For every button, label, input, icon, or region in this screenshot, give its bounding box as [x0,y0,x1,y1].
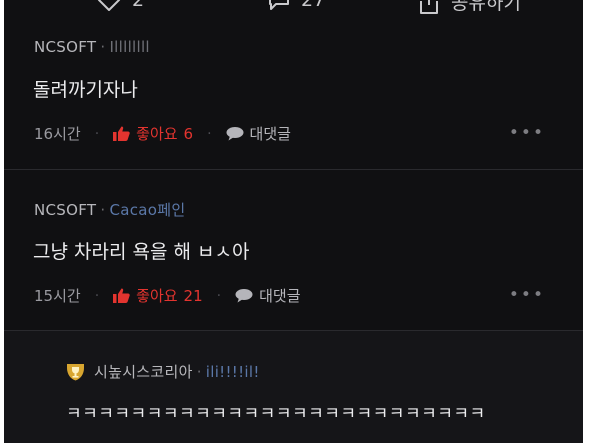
comment-like-button[interactable]: 좋아요 6 [113,123,193,144]
comment-button[interactable]: 27 [267,0,325,12]
user-badge: Illllllll [109,38,150,56]
comment-footer: 15시간 · 좋아요 21 · 대댓글 [34,285,301,306]
like-count: 2 [132,0,145,11]
separator-dot: · [100,201,106,219]
separator-dot: · [207,125,212,142]
post-screen: 2 27 공유하기 NCSOFT · Illllllll 돌려까기자나 16시간 · [4,0,583,443]
comment-author[interactable]: NCSOFT [34,38,96,56]
heart-icon [97,0,121,11]
comment-text: 돌려까기자나 [33,79,138,101]
comment-icon [269,0,289,10]
comment-time: 15시간 [34,287,81,305]
share-icon [420,0,438,14]
comment-author[interactable]: NCSOFT [34,201,96,219]
comment-meta: NCSOFT · Cacao페인 [34,199,185,220]
reply-button[interactable]: 대댓글 [226,123,291,144]
like-label: 좋아요 [136,287,178,305]
separator-dot: · [216,287,222,304]
comment-count: 27 [301,0,326,11]
post-action-bar: 2 27 공유하기 [4,0,583,20]
reply-author[interactable]: 시높시스코리아 [94,361,193,382]
more-icon[interactable]: ••• [509,285,545,305]
comment-like-button[interactable]: 좋아요 21 [113,285,203,306]
user-badge: Cacao페인 [109,201,186,219]
reply-label: 대댓글 [249,125,291,143]
thumbs-up-icon [113,126,130,141]
comment-meta: NCSOFT · Illllllll [34,38,150,56]
chat-bubble-icon [226,127,244,141]
user-badge: ili!!!!il! [205,362,260,381]
separator-dot: · [100,38,106,56]
separator-dot: · [94,125,100,142]
comment-text: 그냥 차라리 욕을 해 ㅂㅅ아 [33,241,250,263]
comment-footer: 16시간 · 좋아요 6 · 대댓글 [34,123,291,144]
like-count: 21 [183,286,203,305]
like-count: 6 [183,124,194,143]
like-post-button[interactable]: 2 [96,0,144,12]
reply-meta: 시높시스코리아 · ili!!!!il! [66,361,260,382]
reply-item: 시높시스코리아 · ili!!!!il! ㅋㅋㅋㅋㅋㅋㅋㅋㅋㅋㅋㅋㅋㅋㅋㅋㅋㅋㅋㅋㅋ… [4,331,583,443]
share-button[interactable]: 공유하기 [417,0,521,15]
more-icon[interactable]: ••• [509,123,545,143]
reply-text: ㅋㅋㅋㅋㅋㅋㅋㅋㅋㅋㅋㅋㅋㅋㅋㅋㅋㅋㅋㅋㅋㅋㅋㅋㅋㅋ [66,404,486,424]
comment-item: NCSOFT · Illllllll 돌려까기자나 16시간 · 좋아요 6 · 대… [4,20,583,170]
share-label: 공유하기 [451,0,521,14]
comment-time: 16시간 [34,125,81,143]
like-label: 좋아요 [136,125,178,143]
trophy-icon [67,364,84,381]
separator-dot: · [196,362,202,381]
thumbs-up-icon [113,288,130,303]
reply-label: 대댓글 [259,287,301,305]
comment-item: NCSOFT · Cacao페인 그냥 차라리 욕을 해 ㅂㅅ아 15시간 · 좋아… [4,170,583,331]
separator-dot: · [94,287,100,304]
chat-bubble-icon [235,289,253,303]
reply-button[interactable]: 대댓글 [235,285,301,306]
